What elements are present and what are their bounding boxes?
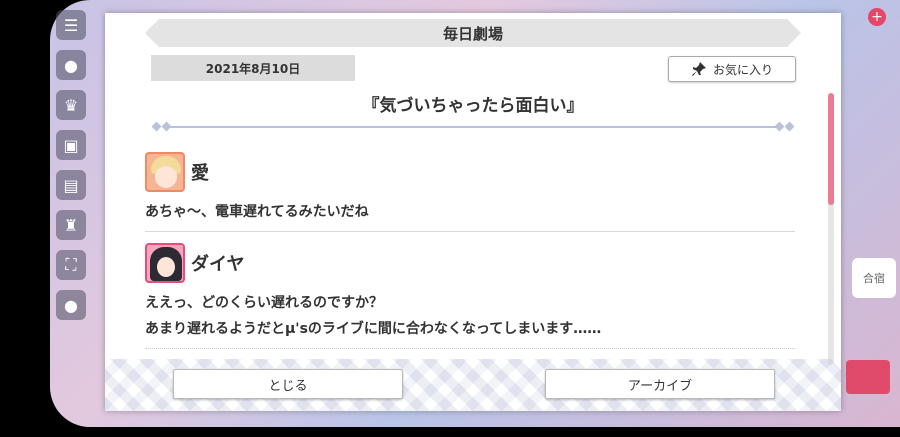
daily-theater-dialog: 毎日劇場 2021年8月10日 お気に入り 『気づいちゃったら面白い』 愛 あち… (105, 13, 841, 411)
dialog-footer: とじる アーカイブ (105, 359, 841, 411)
title-divider (151, 121, 795, 132)
archive-button[interactable]: アーカイブ (545, 369, 775, 399)
board-icon[interactable]: ▤ (56, 170, 86, 200)
camp-button[interactable]: 合宿 (852, 258, 896, 298)
dialog-title: 毎日劇場 (145, 19, 801, 47)
avatar-ai (145, 152, 185, 192)
event-banner[interactable] (846, 360, 890, 394)
gift-icon[interactable]: ▣ (56, 130, 86, 160)
avatar-dia (145, 243, 185, 283)
speaker-row: ダイヤ (145, 240, 795, 286)
scrollbar[interactable] (828, 93, 834, 365)
close-button[interactable]: とじる (173, 369, 403, 399)
add-icon[interactable]: + (868, 8, 886, 26)
favorite-label: お気に入り (712, 62, 773, 77)
dialogue-line: ええっ、どのくらい遅れるのですか？ (145, 295, 383, 311)
right-hud: + 合宿 (840, 0, 900, 427)
present-icon[interactable]: ♛ (56, 90, 86, 120)
trophy-icon[interactable]: ♜ (56, 210, 86, 240)
dialogue-line: あまり遅れるようだとμ'sのライブに間に合わなくなってしまいます…… (145, 321, 602, 337)
menu-icon[interactable]: ☰ (56, 10, 86, 40)
dialogue-line: あちゃ〜、電車遅れてるみたいだね (145, 204, 369, 220)
pin-icon (691, 62, 706, 76)
date-label: 2021年8月10日 (151, 55, 355, 81)
speaker-name: 愛 (191, 163, 209, 184)
side-menu: ☰ ● ♛ ▣ ▤ ♜ ⛶ ● (50, 0, 92, 437)
divider (145, 231, 795, 232)
favorite-button[interactable]: お気に入り (668, 56, 796, 82)
expand-icon[interactable]: ⛶ (56, 250, 86, 280)
dialogue-list[interactable]: 愛 あちゃ〜、電車遅れてるみたいだね ダイヤ ええっ、どのくらい遅れるのですか？… (145, 141, 795, 356)
speaker-row: 愛 (145, 149, 795, 195)
profile-icon[interactable]: ● (56, 290, 86, 320)
speaker-name: ダイヤ (191, 254, 245, 275)
episode-title: 『気づいちゃったら面白い』 (362, 96, 584, 116)
chat-icon[interactable]: ● (56, 50, 86, 80)
divider (145, 348, 795, 350)
scrollbar-thumb[interactable] (828, 93, 834, 205)
